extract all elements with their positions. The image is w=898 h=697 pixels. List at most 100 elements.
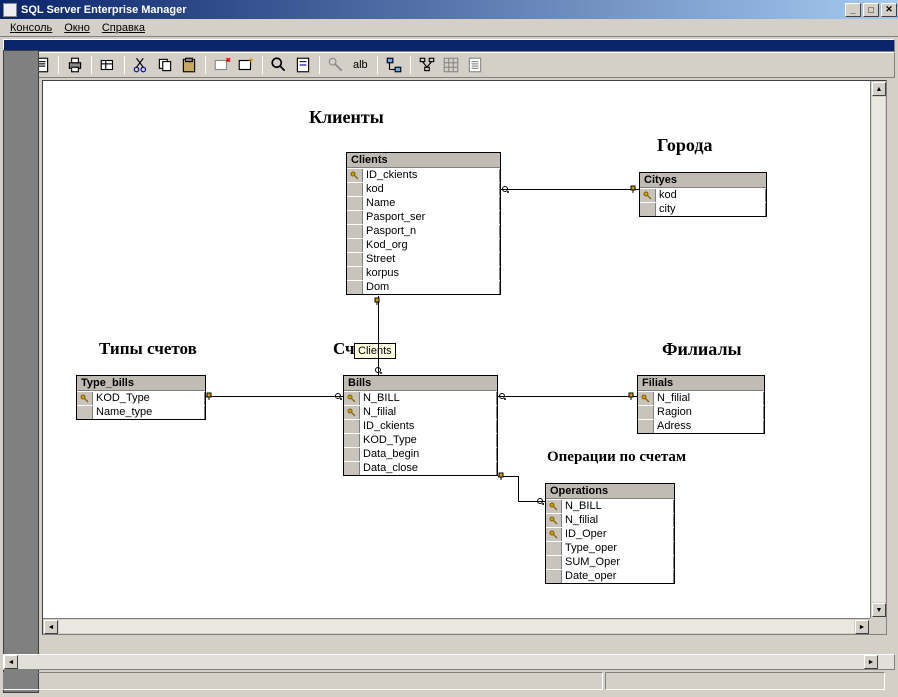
menu-window[interactable]: Окно: [58, 20, 96, 36]
relation-end-many: [501, 185, 510, 194]
column-name: korpus: [363, 267, 500, 280]
table-column-row[interactable]: Adress: [638, 419, 764, 433]
table-column-row[interactable]: Name_type: [77, 405, 205, 419]
table-column-row[interactable]: ID_Oper: [546, 527, 674, 541]
table-column-row[interactable]: city: [640, 202, 766, 216]
table-column-row[interactable]: KOD_Type: [344, 433, 497, 447]
table-clients[interactable]: Clients ID_ckientskodNamePasport_serPasp…: [346, 152, 501, 295]
horizontal-scrollbar[interactable]: ◄ ►: [43, 618, 870, 634]
copy-button[interactable]: [155, 55, 175, 75]
paste-button[interactable]: [179, 55, 199, 75]
diagram-button-2[interactable]: [417, 55, 437, 75]
column-name: N_filial: [654, 392, 764, 405]
diagram-button-1[interactable]: [384, 55, 404, 75]
table-column-row[interactable]: ID_ckients: [344, 419, 497, 433]
relation-typebills-bills[interactable]: [206, 396, 343, 397]
menu-help[interactable]: Справка: [96, 20, 151, 36]
add-item-button[interactable]: +: [236, 55, 256, 75]
table-column-row[interactable]: Ragion: [638, 405, 764, 419]
zoom-button[interactable]: [269, 55, 289, 75]
column-icon-cell: [546, 542, 562, 555]
column-icon-cell: [347, 197, 363, 210]
grid-button[interactable]: [441, 55, 461, 75]
table-column-row[interactable]: Kod_org: [347, 238, 500, 252]
table-column-row[interactable]: Street: [347, 252, 500, 266]
table-title: Cityes: [640, 173, 766, 188]
table-column-row[interactable]: Pasport_ser: [347, 210, 500, 224]
relation-bills-filials[interactable]: [498, 396, 637, 397]
relation-end-one: [628, 392, 637, 401]
maximize-button[interactable]: □: [863, 3, 879, 17]
close-button[interactable]: ✕: [881, 3, 897, 17]
column-name: Adress: [654, 420, 764, 433]
table-column-row[interactable]: ID_ckients: [347, 168, 500, 182]
scroll-left-button-outer[interactable]: ◄: [4, 655, 18, 669]
window-controls: _ □ ✕: [844, 1, 898, 19]
table-column-row[interactable]: N_filial: [638, 391, 764, 405]
print-button[interactable]: [65, 55, 85, 75]
table-column-row[interactable]: Data_close: [344, 461, 497, 475]
primary-key-icon: [546, 528, 562, 541]
column-name: Ragion: [654, 406, 764, 419]
column-name: Type_oper: [562, 542, 674, 555]
column-name: KOD_Type: [93, 392, 205, 405]
label-sc: Сч: [333, 339, 355, 359]
table-column-row[interactable]: Type_oper: [546, 541, 674, 555]
relation-end-one: [206, 392, 215, 401]
new-table-button[interactable]: [98, 55, 118, 75]
scroll-left-button[interactable]: ◄: [44, 620, 58, 634]
table-cityes[interactable]: Cityes kodcity: [639, 172, 767, 217]
table-column-row[interactable]: N_filial: [546, 513, 674, 527]
relation-bills-operations-v[interactable]: [518, 476, 519, 501]
table-column-row[interactable]: N_filial: [344, 405, 497, 419]
column-icon-cell: [640, 203, 656, 216]
table-column-row[interactable]: korpus: [347, 266, 500, 280]
relation-end-many: [374, 366, 383, 375]
ruler-margin: [3, 50, 39, 693]
inner-window-titlebar: [3, 39, 895, 52]
column-icon-cell: [347, 225, 363, 238]
table-filials[interactable]: Filials N_filialRagionAdress: [637, 375, 765, 434]
tooltip: Clients: [354, 343, 396, 359]
key-button[interactable]: [326, 55, 346, 75]
relation-clients-bills[interactable]: [378, 296, 379, 375]
primary-key-icon: [546, 514, 562, 527]
minimize-button[interactable]: _: [845, 3, 861, 17]
label-bill-types: Типы счетов: [99, 339, 197, 359]
label-branches: Филиалы: [662, 339, 742, 360]
primary-key-icon: [344, 406, 360, 419]
window-title: SQL Server Enterprise Manager: [21, 4, 844, 16]
table-column-row[interactable]: N_BILL: [344, 391, 497, 405]
table-operations[interactable]: Operations N_BILLN_filialID_OperType_ope…: [545, 483, 675, 584]
cut-button[interactable]: [131, 55, 151, 75]
scroll-right-button-outer[interactable]: ►: [864, 655, 878, 669]
menu-console[interactable]: Консоль: [4, 20, 58, 36]
column-name: N_BILL: [562, 500, 674, 513]
table-column-row[interactable]: Date_oper: [546, 569, 674, 583]
table-column-row[interactable]: kod: [640, 188, 766, 202]
table-column-row[interactable]: Dom: [347, 280, 500, 294]
column-name: city: [656, 203, 766, 216]
table-column-row[interactable]: Data_begin: [344, 447, 497, 461]
table-column-row[interactable]: KOD_Type: [77, 391, 205, 405]
table-column-row[interactable]: SUM_Oper: [546, 555, 674, 569]
scroll-right-button[interactable]: ►: [855, 620, 869, 634]
table-column-row[interactable]: N_BILL: [546, 499, 674, 513]
annotations-button[interactable]: [293, 55, 313, 75]
relation-clients-cityes[interactable]: [501, 189, 639, 190]
column-name: Data_begin: [360, 448, 497, 461]
page-button[interactable]: [465, 55, 485, 75]
vertical-scrollbar[interactable]: ▲ ▼: [870, 81, 886, 618]
scroll-up-button[interactable]: ▲: [872, 82, 886, 96]
table-column-row[interactable]: Pasport_n: [347, 224, 500, 238]
table-type-bills[interactable]: Type_bills KOD_TypeName_type: [76, 375, 206, 420]
label-cities: Города: [657, 135, 712, 156]
table-bills[interactable]: Bills N_BILLN_filialID_ckientsKOD_TypeDa…: [343, 375, 498, 476]
scroll-down-button[interactable]: ▼: [872, 603, 886, 617]
diagram-canvas[interactable]: Клиенты Города Типы счетов Сч Филиалы Оп…: [42, 80, 887, 635]
column-name: Pasport_ser: [363, 211, 500, 224]
delete-button[interactable]: [212, 55, 232, 75]
table-column-row[interactable]: kod: [347, 182, 500, 196]
column-name: Name: [363, 197, 500, 210]
table-column-row[interactable]: Name: [347, 196, 500, 210]
